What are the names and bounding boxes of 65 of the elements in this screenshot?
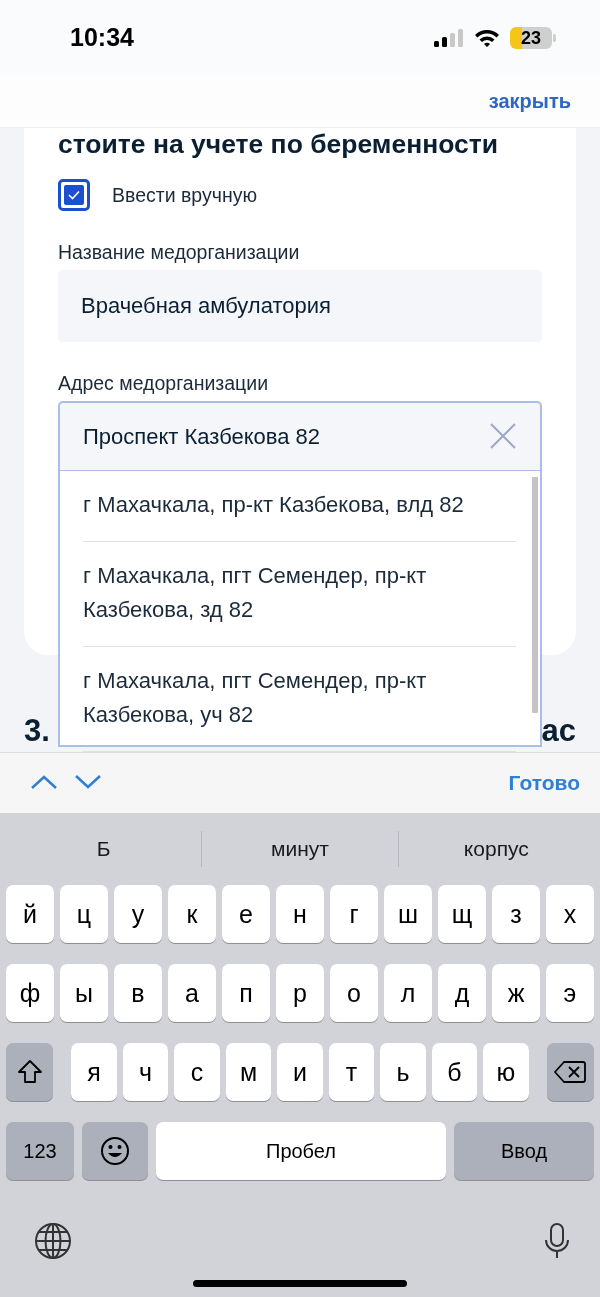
letter-key[interactable]: и: [277, 1043, 323, 1101]
field-label: Название медорганизации: [58, 241, 301, 264]
return-key[interactable]: Ввод: [454, 1122, 594, 1180]
emoji-key[interactable]: [82, 1122, 148, 1180]
letter-key[interactable]: ы: [60, 964, 108, 1022]
letter-key[interactable]: р: [276, 964, 324, 1022]
letter-key[interactable]: д: [438, 964, 486, 1022]
chevron-down-icon: [74, 774, 102, 790]
letter-key[interactable]: э: [546, 964, 594, 1022]
letter-key[interactable]: х: [546, 885, 594, 943]
suggestion-item[interactable]: г Махачкала, пр-кт Казбекова, влд 82: [83, 471, 516, 542]
letter-key[interactable]: о: [330, 964, 378, 1022]
shift-key[interactable]: [6, 1043, 54, 1101]
input-field[interactable]: Проспект Казбекова 82: [58, 401, 542, 471]
close-link[interactable]: закрыть: [488, 89, 571, 113]
section-title: ас: [541, 713, 576, 749]
suggestion-item[interactable]: г Махачкала, пгт Семендер, пр-кт Казбекова, зд 82: [83, 542, 516, 647]
letter-key[interactable]: з: [492, 885, 540, 943]
checkbox[interactable]: [58, 179, 90, 211]
time: 10:34: [70, 23, 134, 52]
letter-key[interactable]: ю: [483, 1043, 529, 1101]
letter-key[interactable]: б: [431, 1043, 478, 1101]
letter-key[interactable]: щ: [438, 885, 486, 943]
letter-key[interactable]: п: [222, 964, 270, 1022]
letter-key[interactable]: т: [328, 1043, 375, 1101]
section-title: стоите на учете по беременности: [58, 128, 500, 159]
letter-key[interactable]: ч: [122, 1043, 169, 1101]
letter-key[interactable]: е: [222, 885, 270, 943]
wifi-icon: [474, 28, 500, 47]
letter-key[interactable]: я: [71, 1043, 117, 1101]
checkbox-label: Ввести вручную: [112, 183, 258, 207]
done-button[interactable]: Готово: [508, 771, 580, 795]
microphone-icon[interactable]: [544, 1222, 570, 1260]
backspace-key[interactable]: [546, 1043, 594, 1101]
signal-icon: [434, 27, 464, 48]
letter-key[interactable]: н: [276, 885, 324, 943]
letter-key[interactable]: ц: [60, 885, 108, 943]
globe-icon[interactable]: [34, 1222, 72, 1260]
letter-key[interactable]: к: [168, 885, 216, 943]
field-label: Адрес медорганизации: [58, 372, 270, 395]
chevron-up-icon: [30, 774, 58, 790]
check-icon: [68, 190, 80, 200]
shift-arrow-icon: [16, 1059, 43, 1085]
word-suggestion[interactable]: корпус: [398, 837, 594, 861]
letter-key[interactable]: с: [174, 1043, 220, 1101]
letter-key[interactable]: у: [114, 885, 162, 943]
input-field[interactable]: Врачебная амбулатория: [58, 270, 542, 342]
letter-key[interactable]: ш: [384, 885, 432, 943]
section-number: 3.: [24, 713, 50, 749]
battery-tip: [553, 33, 556, 42]
word-suggestion[interactable]: минут: [202, 837, 398, 861]
letter-key[interactable]: й: [6, 885, 54, 943]
letter-key[interactable]: г: [330, 885, 378, 943]
letter-key[interactable]: л: [384, 964, 432, 1022]
smiley-icon: [100, 1136, 130, 1166]
letter-key[interactable]: ж: [492, 964, 540, 1022]
letter-key[interactable]: в: [114, 964, 162, 1022]
letter-key[interactable]: м: [225, 1043, 272, 1101]
word-suggestion[interactable]: Б: [6, 837, 202, 861]
space-key[interactable]: Пробел: [156, 1122, 446, 1180]
numbers-key[interactable]: 123: [6, 1122, 74, 1180]
backspace-icon: [554, 1060, 587, 1084]
letter-key[interactable]: а: [168, 964, 216, 1022]
letter-key[interactable]: ь: [380, 1043, 426, 1101]
letter-key[interactable]: ф: [6, 964, 54, 1022]
